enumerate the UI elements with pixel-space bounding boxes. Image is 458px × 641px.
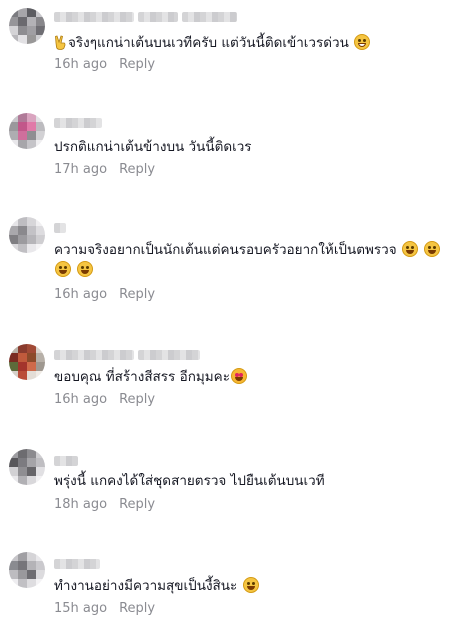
- reply-button[interactable]: Reply: [119, 497, 155, 512]
- reply-button[interactable]: Reply: [119, 601, 155, 616]
- comment-text: จริงๆแกน่าเต้นบนเวทีครับ แต่วันนี้ติดเข้…: [54, 32, 449, 54]
- username-blurred[interactable]: [54, 117, 102, 129]
- reply-button[interactable]: Reply: [119, 392, 155, 407]
- avatar[interactable]: [9, 344, 45, 380]
- avatar[interactable]: [9, 8, 45, 44]
- avatar[interactable]: [9, 217, 45, 253]
- comment-text-content: ความจริงอยากเป็นนักเต้นแต่คนรอบครัวอยากใ…: [54, 242, 397, 258]
- comment-text: ปรกติแกน่าเต้นข้างบน วันนี้ติดเวร: [54, 136, 449, 158]
- comment-meta: 16h ago Reply: [54, 287, 155, 302]
- username-blurred[interactable]: [54, 222, 66, 234]
- comment-text-content: ปรกติแกน่าเต้นข้างบน วันนี้ติดเวร: [54, 139, 252, 155]
- username-blurred[interactable]: [54, 349, 200, 361]
- comment-text: พรุ่งนี้ แกคงได้ใส่ชุดสายตรวจ ไปยืนเต้นบ…: [54, 470, 449, 492]
- rolling-laughing-face-icon: [55, 261, 71, 277]
- comment-text: ขอบคุณ ที่สร้างสีสรร อีกมุมคะ: [54, 366, 449, 388]
- timestamp: 15h ago: [54, 601, 108, 616]
- smiling-face-hearts-icon: [230, 368, 247, 384]
- comment-meta: 18h ago Reply: [54, 497, 155, 512]
- reply-button[interactable]: Reply: [119, 287, 155, 302]
- reply-button[interactable]: Reply: [119, 57, 155, 72]
- avatar[interactable]: [9, 552, 45, 588]
- comment-text: ทำงานอย่างมีความสุขเป็นงี้สินะ: [54, 575, 449, 597]
- avatar[interactable]: [9, 449, 45, 485]
- username-blurred[interactable]: [54, 11, 237, 23]
- comment-meta: 16h ago Reply: [54, 57, 155, 72]
- victory-hand-icon: [54, 35, 66, 50]
- rolling-laughing-face-icon: [242, 577, 259, 593]
- username-blurred[interactable]: [54, 455, 78, 467]
- comment-text-content: ขอบคุณ ที่สร้างสีสรร อีกมุมคะ: [54, 369, 230, 385]
- comment-meta: 15h ago Reply: [54, 601, 155, 616]
- avatar[interactable]: [9, 113, 45, 149]
- rolling-laughing-face-icon: [77, 261, 94, 277]
- timestamp: 17h ago: [54, 162, 108, 177]
- comment-text: ความจริงอยากเป็นนักเต้นแต่คนรอบครัวอยากใ…: [54, 240, 449, 280]
- reply-button[interactable]: Reply: [119, 162, 155, 177]
- timestamp: 16h ago: [54, 57, 108, 72]
- timestamp: 16h ago: [54, 287, 108, 302]
- timestamp: 16h ago: [54, 392, 108, 407]
- grinning-face-icon: [354, 34, 371, 50]
- rolling-laughing-face-icon: [424, 241, 441, 257]
- comment-meta: 16h ago Reply: [54, 392, 155, 407]
- rolling-laughing-face-icon: [401, 241, 418, 257]
- timestamp: 18h ago: [54, 497, 108, 512]
- comment-meta: 17h ago Reply: [54, 162, 155, 177]
- comment-text-content: พรุ่งนี้ แกคงได้ใส่ชุดสายตรวจ ไปยืนเต้นบ…: [54, 473, 325, 489]
- comment-text-content: จริงๆแกน่าเต้นบนเวทีครับ แต่วันนี้ติดเข้…: [68, 35, 349, 51]
- comment-text-content: ทำงานอย่างมีความสุขเป็นงี้สินะ: [54, 578, 238, 594]
- username-blurred[interactable]: [54, 558, 100, 570]
